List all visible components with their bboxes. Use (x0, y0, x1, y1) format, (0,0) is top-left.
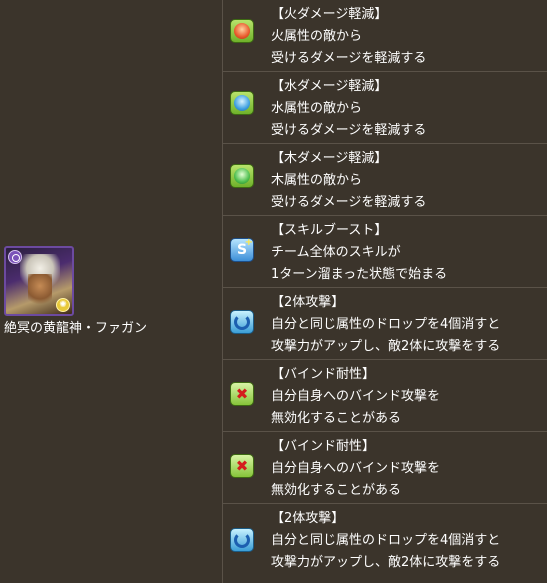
awakening-row: 【2体攻撃】 自分と同じ属性のドロップを4個消すと 攻撃力がアップし、敵2体に攻… (223, 504, 547, 583)
monster-card[interactable]: ✺ 絶冥の黄龍神・ファガン (4, 246, 222, 337)
awakening-title: 【スキルブースト】 (271, 223, 388, 238)
awakening-row: ✖ 【バインド耐性】 自分自身へのバインド攻撃を 無効化することがある (223, 360, 547, 432)
bind-resist-icon: ✖ (230, 382, 254, 406)
awakening-title: 【バインド耐性】 (271, 367, 376, 382)
portrait-face (28, 274, 52, 304)
awakening-description: 【スキルブースト】 チーム全体のスキルが 1ターン溜まった状態で始まる (271, 220, 447, 286)
awakening-row: 【火ダメージ軽減】 火属性の敵から 受けるダメージを軽減する (223, 0, 547, 72)
awakening-row: 【木ダメージ軽減】 木属性の敵から 受けるダメージを軽減する (223, 144, 547, 216)
awakening-title: 【火ダメージ軽減】 (271, 7, 388, 22)
awakening-list: 【火ダメージ軽減】 火属性の敵から 受けるダメージを軽減する 【水ダメージ軽減】… (223, 0, 547, 583)
awakening-line2: 無効化することがある (271, 483, 402, 498)
light-attribute-icon: ✺ (56, 298, 70, 312)
awakening-title: 【2体攻撃】 (271, 511, 345, 526)
monster-column: ✺ 絶冥の黄龍神・ファガン (0, 0, 223, 583)
awakening-line2: 攻撃力がアップし、敵2体に攻撃をする (271, 339, 501, 354)
awakening-table: ✺ 絶冥の黄龍神・ファガン 【火ダメージ軽減】 火属性の敵から 受けるダメージを… (0, 0, 547, 583)
awakening-line2: 攻撃力がアップし、敵2体に攻撃をする (271, 555, 501, 570)
awakening-description: 【2体攻撃】 自分と同じ属性のドロップを4個消すと 攻撃力がアップし、敵2体に攻… (271, 508, 500, 574)
awakening-description: 【2体攻撃】 自分と同じ属性のドロップを4個消すと 攻撃力がアップし、敵2体に攻… (271, 292, 500, 358)
awakening-line1: チーム全体のスキルが (271, 245, 401, 260)
awakening-row: 【水ダメージ軽減】 水属性の敵から 受けるダメージを軽減する (223, 72, 547, 144)
awakening-line1: 水属性の敵から (271, 101, 363, 116)
awakening-title: 【バインド耐性】 (271, 439, 376, 454)
awakening-line1: 自分と同じ属性のドロップを4個消すと (271, 533, 501, 548)
fire-damage-reduction-icon (230, 19, 254, 43)
awakening-line1: 自分自身へのバインド攻撃を (271, 461, 441, 476)
two-pronged-attack-icon (230, 310, 254, 334)
awakening-line2: 受けるダメージを軽減する (271, 195, 427, 210)
awakening-row: 【2体攻撃】 自分と同じ属性のドロップを4個消すと 攻撃力がアップし、敵2体に攻… (223, 288, 547, 360)
skill-boost-icon: S + (230, 238, 254, 262)
awakening-title: 【木ダメージ軽減】 (271, 151, 388, 166)
awakening-line2: 受けるダメージを軽減する (271, 51, 427, 66)
awakening-line2: 無効化することがある (271, 411, 402, 426)
monster-portrait[interactable]: ✺ (4, 246, 74, 316)
awakening-line2: 1ターン溜まった状態で始まる (271, 267, 448, 282)
awakening-line1: 自分自身へのバインド攻撃を (271, 389, 441, 404)
awakening-description: 【木ダメージ軽減】 木属性の敵から 受けるダメージを軽減する (271, 148, 426, 214)
awakening-title: 【2体攻撃】 (271, 295, 345, 310)
awakening-description: 【火ダメージ軽減】 火属性の敵から 受けるダメージを軽減する (271, 4, 426, 70)
awakening-row: S + 【スキルブースト】 チーム全体のスキルが 1ターン溜まった状態で始まる (223, 216, 547, 288)
awakening-line1: 木属性の敵から (271, 173, 363, 188)
two-pronged-attack-icon (230, 528, 254, 552)
awakening-description: 【バインド耐性】 自分自身へのバインド攻撃を 無効化することがある (271, 364, 440, 430)
awakening-description: 【バインド耐性】 自分自身へのバインド攻撃を 無効化することがある (271, 436, 440, 502)
bind-resist-icon: ✖ (230, 454, 254, 478)
wood-damage-reduction-icon (230, 164, 254, 188)
awakening-line1: 自分と同じ属性のドロップを4個消すと (271, 317, 501, 332)
awakening-title: 【水ダメージ軽減】 (271, 79, 388, 94)
dark-attribute-icon (8, 250, 22, 264)
awakening-line2: 受けるダメージを軽減する (271, 123, 427, 138)
awakening-description: 【水ダメージ軽減】 水属性の敵から 受けるダメージを軽減する (271, 76, 426, 142)
monster-name[interactable]: 絶冥の黄龍神・ファガン (4, 320, 222, 337)
awakening-line1: 火属性の敵から (271, 29, 363, 44)
water-damage-reduction-icon (230, 91, 254, 115)
awakening-row: ✖ 【バインド耐性】 自分自身へのバインド攻撃を 無効化することがある (223, 432, 547, 504)
